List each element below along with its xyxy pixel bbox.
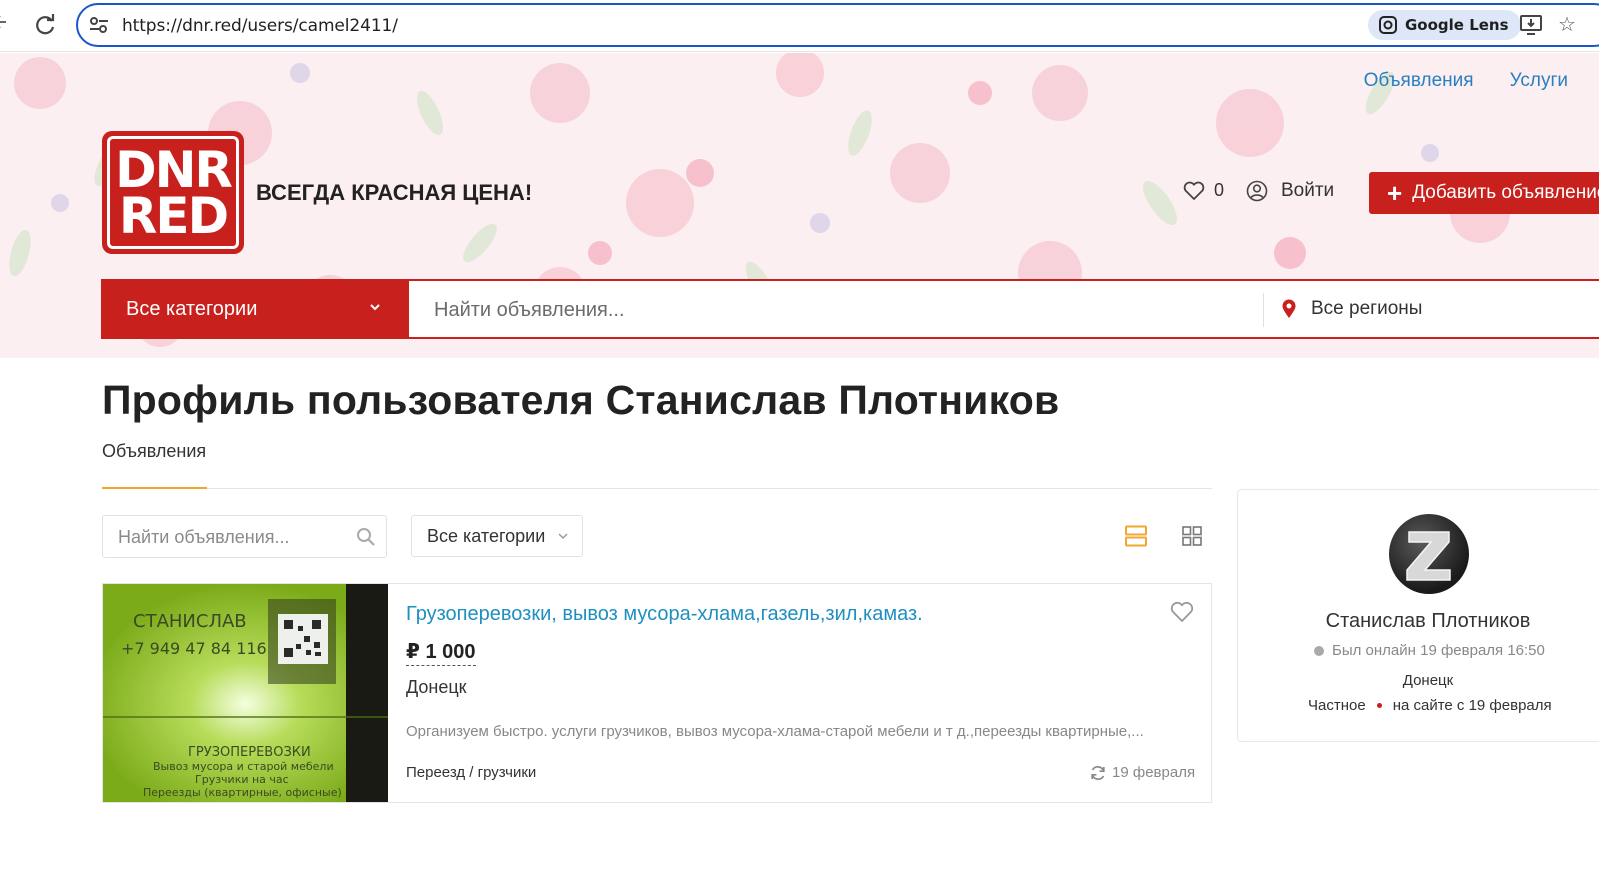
google-lens-label: Google Lens xyxy=(1405,16,1509,34)
address-bar[interactable]: https://dnr.red/users/camel2411/ Google … xyxy=(76,3,1599,47)
region-selector[interactable]: Все регионы xyxy=(1281,298,1422,320)
listing-date-text: 19 февраля xyxy=(1112,764,1196,781)
install-app-icon[interactable] xyxy=(1519,13,1543,37)
nav-link-listings[interactable]: Объявления xyxy=(1364,70,1474,92)
profile-category-select[interactable]: Все категории xyxy=(411,515,583,557)
seller-card: Станислав Плотников Был онлайн 19 феврал… xyxy=(1237,489,1599,742)
listing-title-link[interactable]: Грузоперевозки, вывоз мусора-хлама,газел… xyxy=(406,603,923,626)
site-tagline: ВСЕГДА КРАСНАЯ ЦЕНА! xyxy=(256,180,533,205)
top-nav: Объявления Услуги xyxy=(1364,70,1568,92)
url-text[interactable]: https://dnr.red/users/camel2411/ xyxy=(122,16,398,36)
profile-search-input[interactable]: Найти объявления... xyxy=(102,515,387,558)
listing-description: Организуем быстро. услуги грузчиков, выв… xyxy=(406,723,1144,740)
listing-date: 19 февраля xyxy=(1090,764,1195,781)
listing-photo[interactable]: СТАНИСЛАВ +7 949 47 84 116 ГРУЗОПЕРЕВОЗК… xyxy=(103,584,388,802)
login-label: Войти xyxy=(1281,180,1335,201)
add-listing-button[interactable]: + Добавить объявление xyxy=(1369,172,1599,214)
z-letter-icon xyxy=(1406,531,1451,581)
photo-line-2: Вывоз мусора и старой мебели xyxy=(153,760,334,773)
favorite-heart-icon[interactable] xyxy=(1170,601,1194,628)
site-logo[interactable]: DNR RED xyxy=(102,131,244,254)
profile-category-label: Все категории xyxy=(427,526,546,546)
google-lens-button[interactable]: Google Lens xyxy=(1368,10,1521,40)
lens-icon xyxy=(1379,16,1397,34)
bookmark-star-icon[interactable]: ☆ xyxy=(1558,12,1576,37)
listing-card: СТАНИСЛАВ +7 949 47 84 116 ГРУЗОПЕРЕВОЗК… xyxy=(102,583,1212,803)
seller-meta: Частное на сайте с 19 февраля xyxy=(1308,697,1552,714)
reload-icon[interactable] xyxy=(32,11,58,39)
avatar[interactable] xyxy=(1389,514,1469,594)
search-divider xyxy=(1263,293,1264,327)
browser-toolbar: https://dnr.red/users/camel2411/ Google … xyxy=(0,0,1599,52)
tab-active-indicator xyxy=(102,487,207,489)
region-label: Все регионы xyxy=(1311,298,1423,319)
search-icon[interactable] xyxy=(356,527,376,547)
back-arrow-icon[interactable] xyxy=(0,12,14,38)
seller-type: Частное xyxy=(1308,697,1366,714)
separator-dot xyxy=(1376,703,1382,708)
seller-city: Донецк xyxy=(1402,672,1454,689)
seller-name[interactable]: Станислав Плотников xyxy=(1238,610,1599,633)
favorites-count: 0 xyxy=(1214,180,1225,200)
favorites-link[interactable]: 0 xyxy=(1183,180,1224,201)
seller-online-status: Был онлайн 19 февраля 16:50 xyxy=(1314,642,1545,659)
plus-icon: + xyxy=(1387,178,1403,208)
last-online-text: Был онлайн 19 февраля 16:50 xyxy=(1332,642,1545,659)
logo-line-2: RED xyxy=(118,186,229,245)
tab-listings[interactable]: Объявления xyxy=(102,441,206,462)
main-search-bar: Все категории Найти объявления... Все ре… xyxy=(101,279,1599,339)
photo-name-text: СТАНИСЛАВ xyxy=(133,611,247,632)
grid-view-icon[interactable] xyxy=(1182,526,1202,551)
category-dropdown[interactable]: Все категории xyxy=(101,279,409,339)
login-link[interactable]: Войти xyxy=(1246,180,1334,202)
seller-since: на сайте с 19 февраля xyxy=(1392,697,1552,714)
photo-line-1: ГРУЗОПЕРЕВОЗКИ xyxy=(188,745,311,760)
listing-city: Донецк xyxy=(406,677,467,697)
photo-line-3: Грузчики на час xyxy=(195,773,289,786)
add-listing-label: Добавить объявление xyxy=(1412,182,1599,203)
main-search-input[interactable]: Найти объявления... xyxy=(434,299,625,322)
site-settings-icon[interactable] xyxy=(88,15,110,35)
business-card-image: СТАНИСЛАВ +7 949 47 84 116 ГРУЗОПЕРЕВОЗК… xyxy=(103,584,388,802)
user-circle-icon xyxy=(1246,180,1268,202)
listing-category-link[interactable]: Переезд / грузчики xyxy=(406,764,536,781)
photo-phone-text: +7 949 47 84 116 xyxy=(121,639,267,658)
nav-link-services[interactable]: Услуги xyxy=(1510,70,1568,92)
logo-wordmark: DNR RED xyxy=(107,136,239,249)
tab-divider xyxy=(102,488,1212,489)
page-title: Профиль пользователя Станислав Плотников xyxy=(102,377,1060,423)
photo-line-4: Переезды (квартирные, офисные) xyxy=(143,786,342,799)
listing-price: ₽ 1 000 xyxy=(406,639,476,666)
category-dropdown-label: Все категории xyxy=(126,297,258,320)
map-pin-icon xyxy=(1282,299,1296,318)
list-view-icon[interactable] xyxy=(1125,525,1147,552)
chevron-down-icon xyxy=(558,533,568,540)
chevron-down-icon xyxy=(370,304,380,311)
site-header: Объявления Услуги DNR RED ВСЕГДА КРАСНАЯ… xyxy=(0,53,1599,358)
logo-line-1: DNR xyxy=(115,140,233,199)
profile-search-placeholder: Найти объявления... xyxy=(118,527,290,547)
status-dot xyxy=(1314,645,1324,656)
heart-icon xyxy=(1183,181,1205,200)
refresh-icon xyxy=(1091,765,1105,780)
